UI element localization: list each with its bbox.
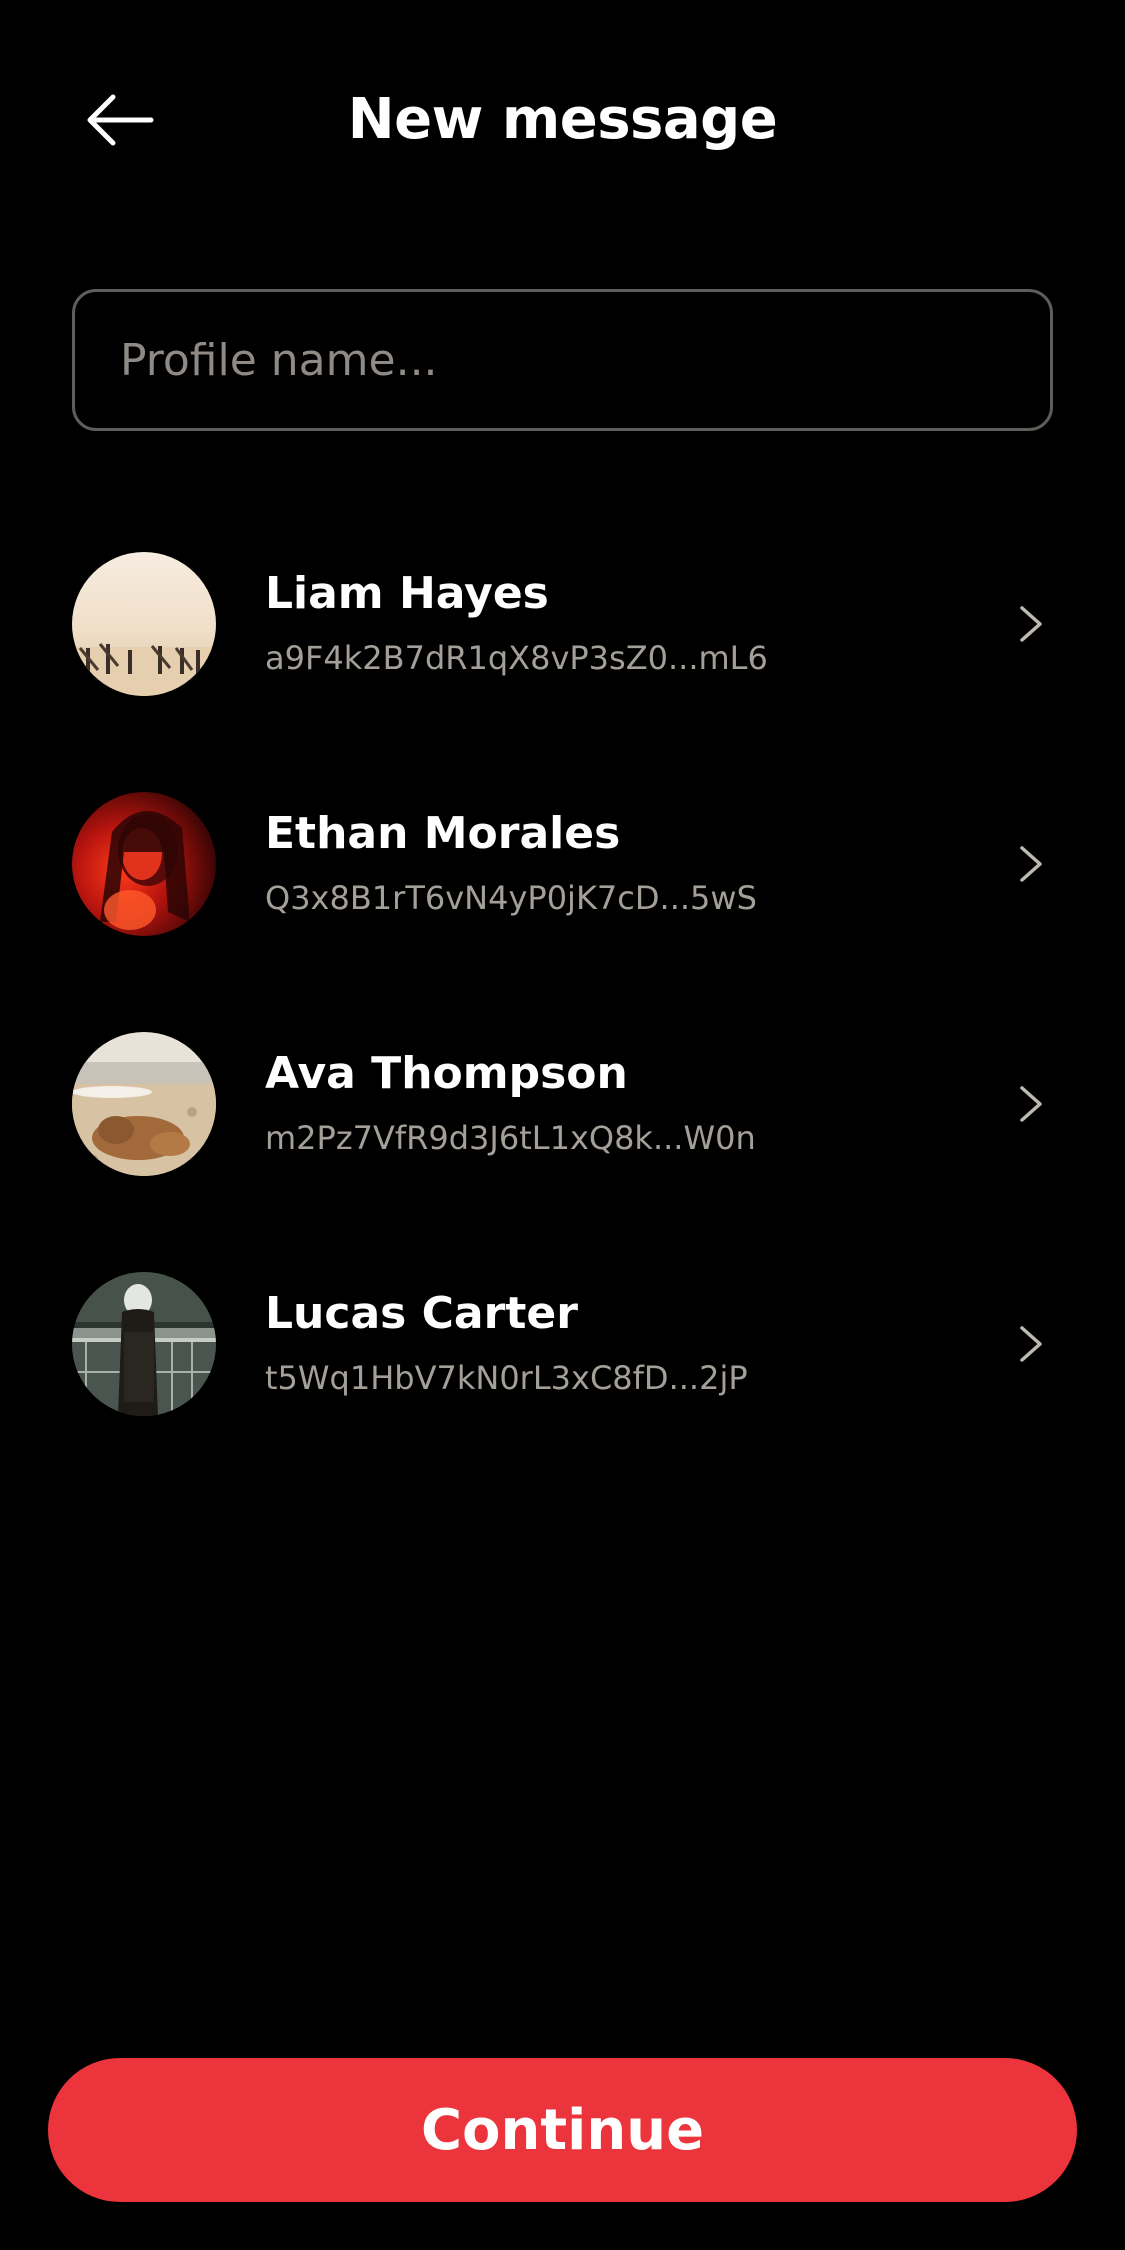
chevron-right-icon — [1020, 606, 1042, 642]
chevron-right-icon — [1020, 1086, 1042, 1122]
continue-button[interactable]: Continue — [48, 2058, 1077, 2202]
contact-name: Ethan Morales — [265, 808, 621, 859]
contact-name: Liam Hayes — [265, 568, 549, 619]
contact-row-ethan-morales[interactable]: Ethan Morales Q3x8B1rT6vN4yP0jK7cD...5wS — [0, 792, 1125, 936]
contact-row-ava-thompson[interactable]: Ava Thompson m2Pz7VfR9d3J6tL1xQ8k...W0n — [0, 1032, 1125, 1176]
contact-list: Liam Hayes a9F4k2B7dR1qX8vP3sZ0...mL6 Et… — [0, 552, 1125, 1512]
avatar — [72, 1272, 216, 1416]
contact-address: m2Pz7VfR9d3J6tL1xQ8k...W0n — [265, 1119, 756, 1157]
contact-name: Lucas Carter — [265, 1288, 578, 1339]
contact-name: Ava Thompson — [265, 1048, 628, 1099]
chevron-right-icon — [1020, 846, 1042, 882]
chevron-right-icon — [1020, 1326, 1042, 1362]
page-title: New message — [347, 87, 778, 152]
dog-on-beach-photo — [72, 1032, 216, 1176]
contact-address: a9F4k2B7dR1qX8vP3sZ0...mL6 — [265, 639, 768, 677]
contact-row-lucas-carter[interactable]: Lucas Carter t5Wq1HbV7kN0rL3xC8fD...2jP — [0, 1272, 1125, 1416]
profile-search-input[interactable] — [120, 292, 1020, 428]
contact-address: Q3x8B1rT6vN4yP0jK7cD...5wS — [265, 879, 757, 917]
profile-search-field[interactable] — [72, 289, 1053, 431]
contact-row-liam-hayes[interactable]: Liam Hayes a9F4k2B7dR1qX8vP3sZ0...mL6 — [0, 552, 1125, 696]
hooded-person-photo — [72, 1272, 216, 1416]
beach-surfers-photo — [72, 552, 216, 696]
contact-address: t5Wq1HbV7kN0rL3xC8fD...2jP — [265, 1359, 748, 1397]
avatar — [72, 1032, 216, 1176]
avatar — [72, 792, 216, 936]
header: New message — [0, 60, 1125, 180]
red-lit-portrait-photo — [72, 792, 216, 936]
avatar — [72, 552, 216, 696]
